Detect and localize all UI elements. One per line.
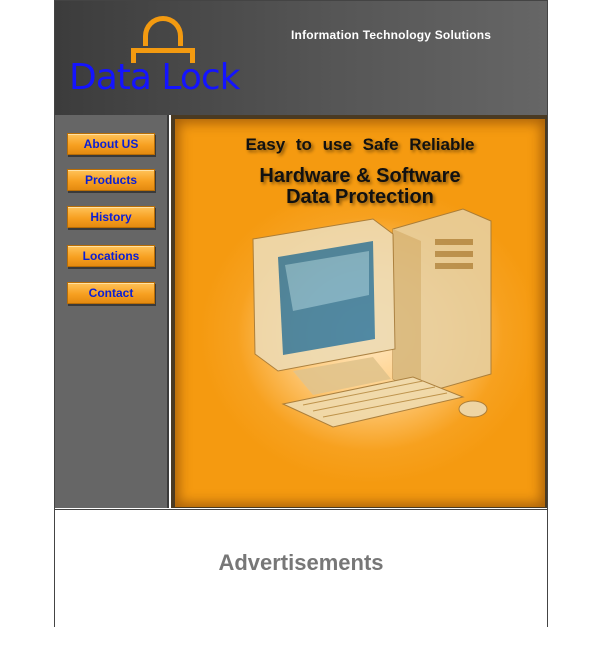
brand-name: Data Lock — [69, 57, 240, 98]
site-header: Data Lock Information Technology Solutio… — [55, 1, 547, 115]
hero-subheadline: Data Protection — [286, 186, 434, 208]
hero-panel: Easy to use Safe Reliable Hardware & Sof… — [171, 115, 547, 508]
page-frame: Data Lock Information Technology Solutio… — [54, 0, 548, 627]
advertisements-label: Advertisements — [218, 550, 384, 575]
advertisements-section: Advertisements — [55, 509, 547, 627]
hero-background: Easy to use Safe Reliable Hardware & Sof… — [175, 119, 545, 507]
site-logo[interactable]: Data Lock — [69, 15, 249, 98]
lock-icon — [143, 16, 183, 46]
feature-tagline: Easy to use Safe Reliable — [245, 135, 475, 154]
nav-locations-button[interactable]: Locations — [67, 245, 155, 267]
site-tagline: Information Technology Solutions — [291, 28, 492, 42]
nav-products-button[interactable]: Products — [67, 169, 155, 191]
desktop-computer-icon — [252, 208, 492, 428]
hero-headline: Hardware & Software — [259, 165, 461, 187]
nav-history-button[interactable]: History — [67, 206, 155, 228]
sidebar-nav: About US Products History Locations Cont… — [55, 115, 169, 508]
nav-contact-button[interactable]: Contact — [67, 282, 155, 304]
nav-about-us-button[interactable]: About US — [67, 133, 155, 155]
